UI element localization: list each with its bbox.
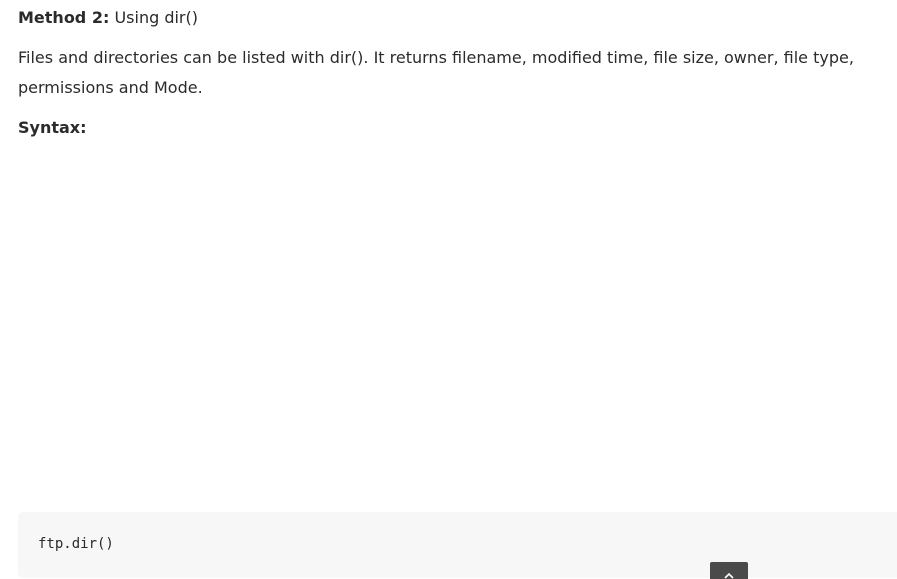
method-title: Using dir() xyxy=(109,8,198,27)
code-line: ftp.dir() xyxy=(38,536,114,552)
syntax-heading: Syntax: xyxy=(18,118,87,137)
chevron-up-icon xyxy=(724,572,734,579)
description-paragraph: Files and directories can be listed with… xyxy=(18,48,854,97)
method-heading: Method 2: Using dir() xyxy=(18,6,198,30)
blank-content-area xyxy=(18,150,878,490)
code-block: ftp.dir() xyxy=(18,512,897,578)
method-label: Method 2: xyxy=(18,8,110,27)
scroll-to-top-button[interactable] xyxy=(710,562,748,579)
